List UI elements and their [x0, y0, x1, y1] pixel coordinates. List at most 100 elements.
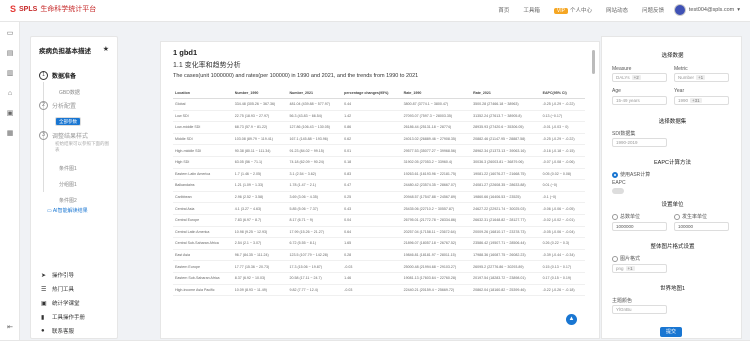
table-cell: 28935.93 (27420.6 ~ 35306.05)	[471, 121, 541, 134]
table-cell: 23586.42 (19507.71 ~ 28506.44)	[471, 237, 541, 250]
results-table: Location Number_1990 Number_2021 percent…	[173, 88, 585, 297]
table-cell: 24627.22 (22921.74 ~ 30025.03)	[471, 202, 541, 215]
table-cell: 28962.34 (21373.13 ~ 39063.16)	[471, 144, 541, 157]
document-icon[interactable]: ▤	[6, 50, 14, 58]
eapc-toggle[interactable]	[612, 188, 624, 194]
section-world-map: 世界地图1	[659, 286, 686, 292]
image-format-value: png	[616, 266, 624, 271]
eapc-asr-label: 使用ASR计算	[620, 172, 651, 178]
table-cell: 6.72 (5.55 ~ 8.1)	[287, 237, 343, 250]
table-cell: Central Sub-Saharan Africa	[173, 237, 233, 250]
nav-home[interactable]: 首页	[498, 6, 509, 14]
metric-value: Number	[678, 75, 695, 80]
table-cell: 1.46	[342, 272, 402, 285]
table-cell: 17.77 (15.36 ~ 20.73)	[232, 260, 288, 273]
chart-icon[interactable]: ▥	[6, 70, 14, 78]
report-icon[interactable]: ▦	[6, 130, 14, 138]
metric-count: +1	[696, 75, 706, 80]
user-menu[interactable]: test004@spls.com ▾	[673, 4, 740, 16]
theme-color-select[interactable]: YlGnBu	[612, 305, 667, 314]
sdi-dataset-select[interactable]: 1990-2019	[612, 138, 667, 147]
col-pct-change: percentage changes(95%)	[342, 88, 402, 99]
step2-sub-all-params[interactable]: 全部参数	[55, 117, 81, 126]
collapse-icon[interactable]: ⇤	[6, 324, 14, 332]
table-row: Middle SDI 103.08 (89.79 ~ 119.41) 167.1 (…	[173, 133, 585, 146]
tool-manual[interactable]: ▮ 工具操作手册	[41, 313, 86, 322]
radio-dot	[612, 213, 618, 220]
scrollbar[interactable]	[592, 50, 595, 74]
tool-manual-label: 工具操作手册	[52, 315, 86, 321]
tool-stats-class[interactable]: ▣ 统计学课堂	[41, 299, 80, 308]
tool-support[interactable]: ● 联系客服	[41, 327, 74, 335]
table-cell: 1.65	[342, 237, 402, 250]
tool-guide[interactable]: ➤ 操作引导	[41, 271, 75, 280]
tool-support-label: 联系客服	[52, 329, 75, 335]
step-analysis-config[interactable]: 2 分析配置	[39, 101, 76, 110]
submit-button[interactable]: 提交	[660, 327, 682, 337]
nav-personal-center-label: 个人中心	[569, 8, 592, 14]
clipboard-icon[interactable]: ▣	[6, 110, 14, 118]
star-icon[interactable]: ★	[103, 45, 109, 53]
table-cell: 1.21 (1.09 ~ 1.33)	[232, 179, 288, 192]
table-header-row: Location Number_1990 Number_2021 percent…	[173, 88, 585, 99]
metric-select[interactable]: Number +1	[674, 73, 729, 82]
table-cell: 0.44	[342, 98, 402, 111]
step-adjust-style[interactable]: 3 调整结果样式	[39, 131, 88, 140]
total-unit-radio[interactable]: 总数单位	[612, 213, 640, 220]
folder-icon[interactable]: ▭	[6, 30, 14, 38]
age-select[interactable]: 15-49 years	[612, 96, 667, 105]
eapc-asr-radio[interactable]: 使用ASR计算	[612, 171, 650, 178]
book-icon: ▮	[41, 314, 45, 321]
table-cell: 0.83	[342, 168, 402, 181]
table-cell: 30036.3 (26003.81 ~ 36879.06)	[471, 156, 541, 169]
table-cell: 1.78 (1.47 ~ 2.1)	[287, 179, 343, 192]
back-to-top-button[interactable]: ▲	[566, 314, 577, 325]
table-cell: Central Latin America	[173, 226, 233, 239]
table-cell: 31352.24 (27613.7 ~ 38905.8)	[471, 110, 541, 123]
tool-guide-label: 操作引导	[52, 273, 75, 279]
table-cell: 96.7 (84.35 ~ 111.24)	[232, 249, 288, 262]
table-cell: 0.86	[342, 121, 402, 134]
table-cell: 0.13 (~0.17)	[540, 110, 585, 123]
table-cell: 127.86 (106.43 ~ 130.05)	[287, 121, 343, 134]
table-cell: 5.85 (5.06 ~ 7.37)	[287, 202, 343, 215]
col-rate-2021: Rate_2021	[471, 88, 541, 99]
measure-select[interactable]: DALYs +2	[612, 73, 667, 82]
rate-unit-label: 发生率单位	[682, 214, 708, 220]
col-number-1990: Number_1990	[232, 88, 288, 99]
nav-news[interactable]: 网站动态	[606, 6, 628, 14]
logo[interactable]: S SPLS 生命科学统计平台	[10, 4, 96, 14]
logo-mark-icon: S	[10, 4, 17, 14]
step-data-prep[interactable]: 1 数据准备	[39, 71, 76, 80]
table-cell: 27093.07 (7597.3 ~ 28003.35)	[401, 110, 472, 123]
nav-feedback[interactable]: 问题反馈	[642, 6, 664, 14]
radio-dot	[674, 213, 680, 220]
nav-toolbox[interactable]: 工具箱	[523, 6, 540, 14]
tool-popular-label: 热门工具	[52, 287, 75, 293]
metric-label: Metric	[674, 66, 688, 72]
table-cell: 26795.01 (21772.78 ~ 28334.86)	[401, 214, 472, 227]
table-cell: 103.08 (89.79 ~ 119.41)	[232, 133, 288, 146]
measure-count: +2	[631, 75, 641, 80]
image-format-select[interactable]: png +1	[612, 264, 667, 273]
ai-interpret-link[interactable]: ▭ AI智能解读结果	[47, 207, 88, 214]
rate-unit-input[interactable]: 100000	[674, 222, 729, 231]
table-cell: Balkandains	[173, 179, 233, 192]
bank-icon[interactable]: ⌂	[6, 90, 14, 98]
tool-popular[interactable]: ☰ 热门工具	[41, 285, 75, 294]
year-select[interactable]: 1990 +31	[674, 96, 729, 105]
table-cell: Central Europe	[173, 214, 233, 227]
age-label: Age	[612, 88, 621, 94]
total-unit-value: 1000000	[616, 224, 634, 229]
step3-item[interactable]: 条件图1	[55, 164, 81, 173]
step3-item[interactable]: 条件图2	[55, 196, 81, 205]
table-cell: -0.03	[342, 284, 402, 297]
total-unit-input[interactable]: 1000000	[612, 222, 667, 231]
step1-sub-gbd[interactable]: GBD数据	[55, 88, 84, 97]
nav-personal-center[interactable]: VIP 个人中心	[553, 6, 592, 14]
support-icon: ●	[41, 328, 45, 334]
rate-unit-radio[interactable]: 发生率单位	[674, 213, 707, 220]
step3-item[interactable]: 分组图1	[55, 180, 81, 189]
table-row: Eastern Latin America 1.7 (1.46 ~ 2.05) 3.…	[173, 168, 585, 181]
rate-unit-value: 100000	[678, 224, 694, 229]
